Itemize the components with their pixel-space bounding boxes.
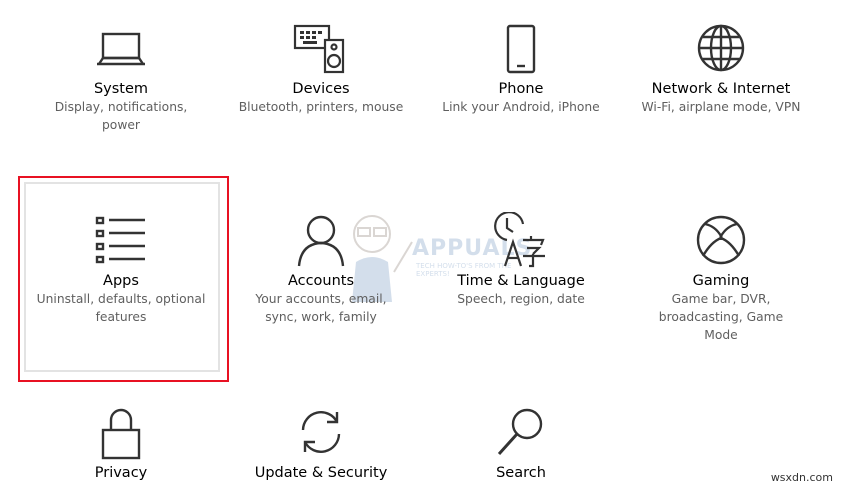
tile-description: Link your Android, iPhone <box>442 100 600 114</box>
xbox-icon <box>693 212 749 268</box>
tile-description: Wi-Fi, airplane mode, VPN <box>641 100 801 114</box>
phone-icon <box>493 20 549 76</box>
tile-update-security[interactable]: Update & Security <box>221 404 421 482</box>
tile-privacy[interactable]: Privacy <box>21 404 221 482</box>
tile-title: Privacy <box>94 465 148 481</box>
keyboard-speaker-icon <box>293 20 349 76</box>
tile-title: Update & Security <box>254 465 388 481</box>
tile-search[interactable]: Search <box>421 404 621 482</box>
clock-language-icon <box>493 212 549 268</box>
tile-description: Speech, region, date <box>457 292 585 306</box>
tile-title: Search <box>496 465 546 481</box>
tile-title: Devices <box>292 81 350 97</box>
globe-icon <box>693 20 749 76</box>
tile-title: Phone <box>498 81 544 97</box>
tile-network-internet[interactable]: Network & Internet Wi-Fi, airplane mode,… <box>621 20 821 116</box>
tile-description: Display, notifications, power <box>54 100 188 132</box>
tile-devices[interactable]: Devices Bluetooth, printers, mouse <box>221 20 421 116</box>
tile-title: Network & Internet <box>651 81 791 97</box>
tile-title: Time & Language <box>457 273 585 289</box>
sync-arrows-icon <box>293 404 349 460</box>
site-watermark: wsxdn.com <box>770 471 833 484</box>
tile-description: Uninstall, defaults, optional features <box>36 292 206 324</box>
person-icon <box>293 212 349 268</box>
search-icon <box>493 404 549 460</box>
apps-list-icon <box>93 212 149 268</box>
tile-system[interactable]: System Display, notifications, power <box>21 20 221 134</box>
tile-accounts[interactable]: Accounts Your accounts, email, sync, wor… <box>221 212 421 326</box>
tile-title: Apps <box>103 273 139 289</box>
lock-icon <box>93 404 149 460</box>
tile-description: Your accounts, email, sync, work, family <box>255 292 387 324</box>
tile-phone[interactable]: Phone Link your Android, iPhone <box>421 20 621 116</box>
tile-title: Gaming <box>692 273 750 289</box>
laptop-icon <box>93 20 149 76</box>
tile-description: Bluetooth, printers, mouse <box>238 100 404 114</box>
tile-gaming[interactable]: Gaming Game bar, DVR, broadcasting, Game… <box>621 212 821 344</box>
tile-title: System <box>93 81 149 97</box>
tile-title: Accounts <box>287 273 355 289</box>
tile-apps[interactable]: Apps Uninstall, defaults, optional featu… <box>21 212 221 326</box>
tile-time-language[interactable]: Time & Language Speech, region, date <box>421 212 621 308</box>
tile-description: Game bar, DVR, broadcasting, Game Mode <box>658 292 784 342</box>
